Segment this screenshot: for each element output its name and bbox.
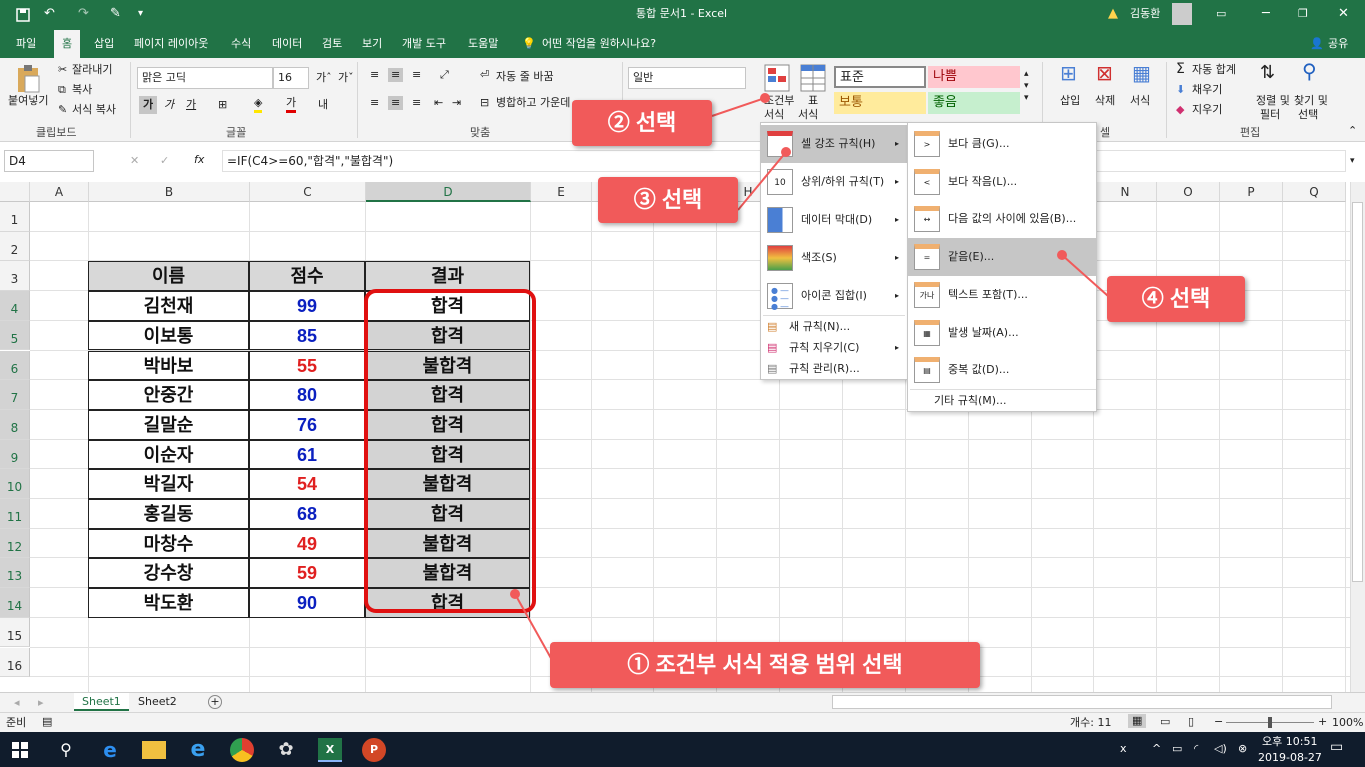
windows-taskbar: ⚲ e e ✿ X P ⅹ ^ ▭ ◜ ◁) ⊗ 오후 10:51 2019-0… (0, 732, 1365, 767)
internet-explorer-icon[interactable]: e (186, 738, 210, 762)
macro-record-icon[interactable]: ▤ (42, 715, 52, 729)
people-icon[interactable]: ⅹ (1120, 742, 1127, 756)
volume-icon[interactable]: ◁) (1214, 742, 1227, 756)
connector-1 (514, 593, 553, 661)
scrollbar-horizontal[interactable] (832, 695, 1332, 709)
sheet-tab-1[interactable]: Sheet1 (74, 693, 129, 711)
action-center-icon[interactable]: ▭ (1330, 740, 1343, 754)
sheet-tab-2[interactable]: Sheet2 (130, 693, 185, 711)
page-break-view-icon[interactable]: ▯ (1188, 715, 1194, 729)
status-count: 개수: 11 (1070, 716, 1112, 729)
callout-step-1: ① 조건부 서식 적용 범위 선택 (550, 642, 980, 688)
connector-3-dot (781, 147, 791, 157)
sheet-tab-bar: ◂ ▸ Sheet1 Sheet2 + (0, 692, 1365, 712)
callout-step-2: ② 선택 (572, 100, 712, 146)
add-sheet-icon[interactable]: + (208, 695, 222, 709)
clock-date[interactable]: 2019-08-27 (1258, 751, 1322, 765)
windows-start-icon[interactable] (12, 742, 28, 758)
zoom-in-icon[interactable]: + (1318, 715, 1327, 729)
connector-1-dot (510, 589, 520, 599)
sheet-prev-icon[interactable]: ◂ (14, 696, 20, 710)
search-icon[interactable]: ⚲ (54, 738, 78, 762)
sheet-next-icon[interactable]: ▸ (38, 696, 44, 710)
connector-2-dot (760, 93, 770, 103)
page-layout-view-icon[interactable]: ▭ (1160, 715, 1170, 729)
connector-4 (1061, 254, 1109, 297)
connector-2 (711, 97, 766, 117)
powerpoint-taskbar-icon[interactable]: P (362, 738, 386, 762)
status-bar: 준비 ▤ 개수: 11 ▦ ▭ ▯ − + 100% (0, 712, 1365, 732)
notification-off-icon[interactable]: ⊗ (1238, 742, 1247, 756)
normal-view-icon[interactable]: ▦ (1128, 714, 1147, 728)
edge-icon[interactable]: e (98, 738, 122, 762)
zoom-slider-thumb[interactable] (1268, 717, 1272, 728)
file-explorer-icon[interactable] (142, 741, 166, 759)
chrome-icon[interactable] (230, 738, 254, 762)
callout-step-3: ③ 선택 (598, 177, 738, 223)
excel-taskbar-icon[interactable]: X (318, 738, 342, 762)
tray-expand-icon[interactable]: ^ (1152, 742, 1161, 756)
battery-icon: ▭ (1172, 742, 1183, 755)
app-icon[interactable]: ✿ (274, 738, 298, 762)
network-icon[interactable]: ◜ (1194, 742, 1198, 756)
connector-4-dot (1057, 250, 1067, 260)
zoom-out-icon[interactable]: − (1214, 715, 1223, 729)
zoom-level[interactable]: 100% (1332, 716, 1363, 730)
status-ready: 준비 (6, 716, 27, 729)
callout-step-4: ④ 선택 (1107, 276, 1245, 322)
connector-3 (737, 151, 787, 211)
clock-time[interactable]: 오후 10:51 (1262, 735, 1317, 749)
